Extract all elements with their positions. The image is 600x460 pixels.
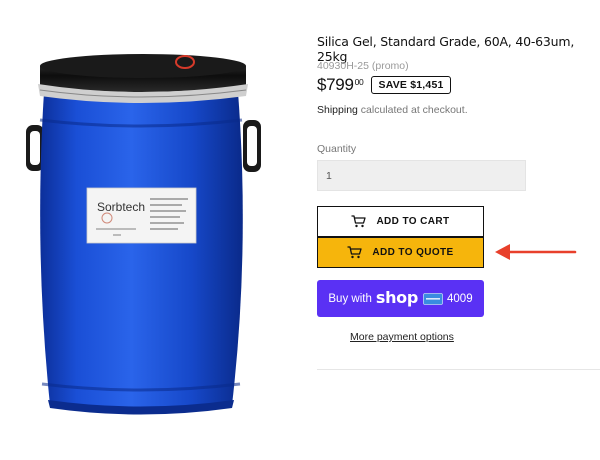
product-image[interactable]: Sorbtech — [0, 0, 300, 460]
cart-icon — [347, 246, 362, 259]
buy-with-label: Buy with — [328, 292, 372, 305]
add-to-quote-label: ADD TO QUOTE — [372, 247, 454, 258]
quantity-label: Quantity — [317, 143, 357, 155]
barrel-label-brand: Sorbtech — [97, 200, 145, 214]
add-to-cart-button[interactable]: ADD TO CART — [317, 206, 484, 237]
shipping-note: Shipping calculated at checkout. — [317, 104, 468, 116]
add-to-cart-label: ADD TO CART — [376, 216, 450, 227]
section-divider — [317, 369, 600, 370]
add-to-quote-button[interactable]: ADD TO QUOTE — [317, 237, 484, 268]
credit-card-icon — [423, 292, 443, 305]
card-last4: 4009 — [447, 292, 473, 305]
product-sku: 40930H-25 (promo) — [317, 60, 409, 72]
quantity-input[interactable] — [317, 160, 526, 191]
barrel-label — [86, 187, 197, 244]
price-row: $79900 SAVE $1,451 — [317, 74, 451, 96]
shipping-text: calculated at checkout. — [357, 104, 468, 116]
shipping-link[interactable]: Shipping — [317, 104, 358, 116]
save-badge: SAVE $1,451 — [371, 76, 451, 94]
product-info: Silica Gel, Standard Grade, 60A, 40-63um… — [317, 0, 600, 460]
shop-logo: shop — [375, 288, 419, 307]
annotation-arrow-icon — [495, 244, 577, 260]
price-main: $799 — [317, 75, 354, 94]
barrel-body — [40, 92, 243, 413]
cart-icon — [351, 215, 367, 228]
shop-pay-button[interactable]: Buy with shop 4009 — [317, 280, 484, 317]
more-payment-options-link[interactable]: More payment options — [350, 331, 454, 343]
product-price: $79900 — [317, 75, 364, 95]
barrel-image: Sorbtech — [26, 54, 261, 415]
price-cents: 00 — [354, 77, 364, 87]
